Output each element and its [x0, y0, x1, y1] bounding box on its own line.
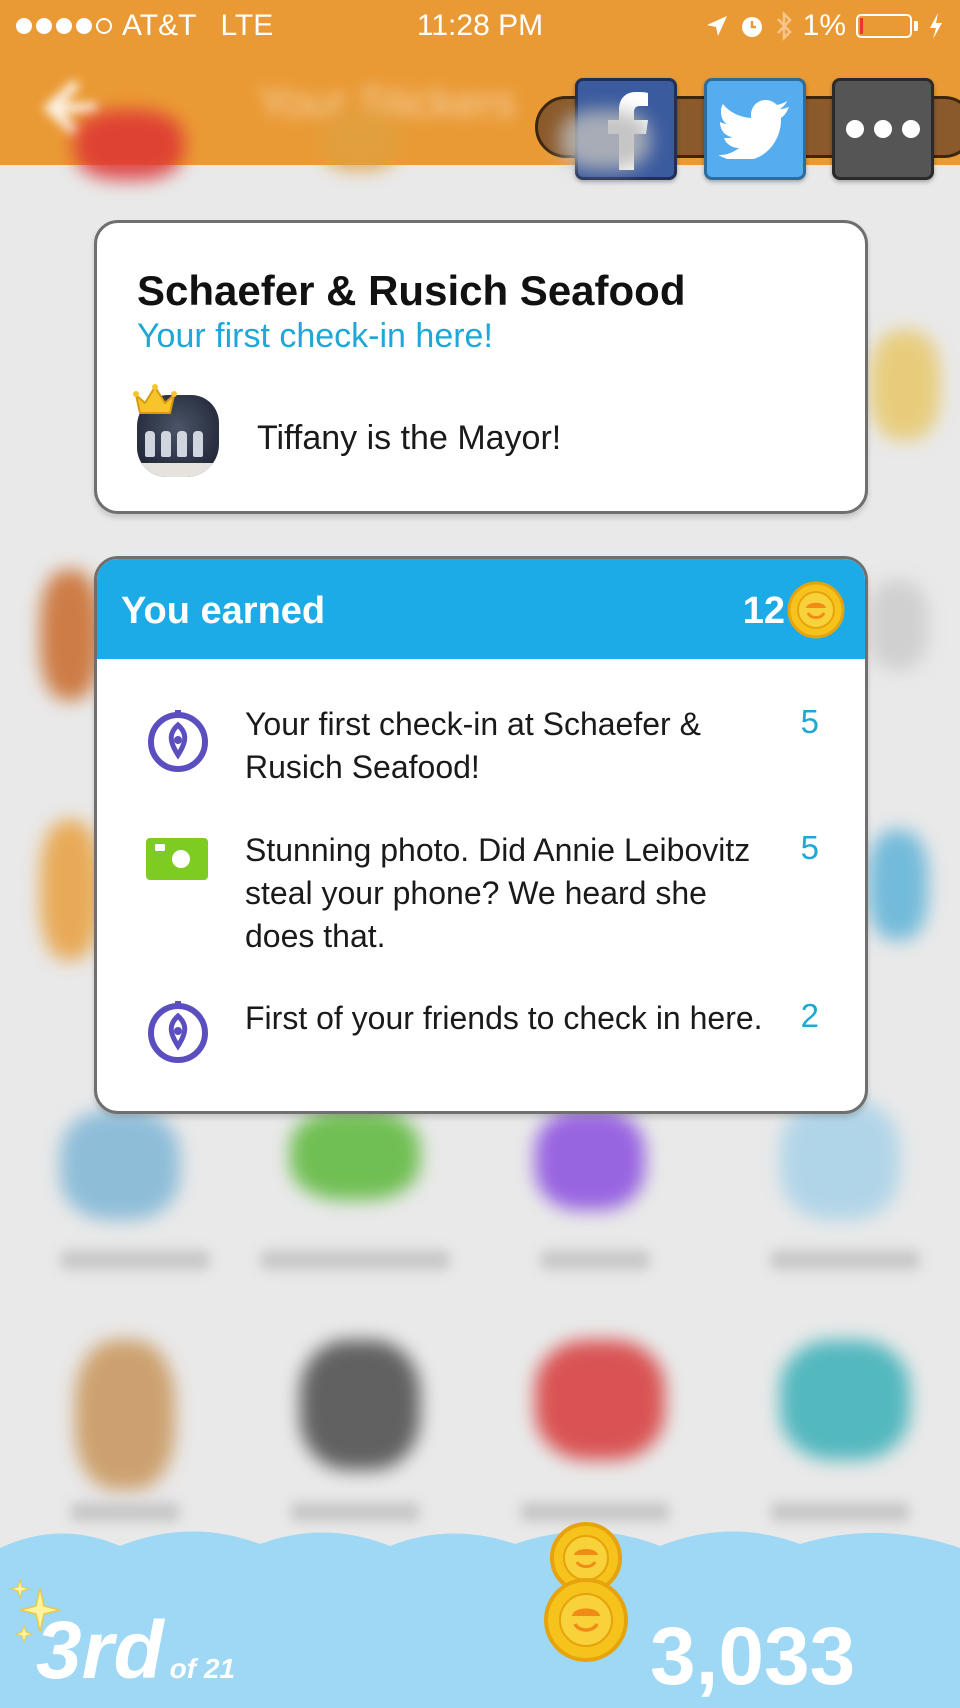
- more-icon: [846, 120, 920, 138]
- sticker-blur: [320, 110, 400, 170]
- sticker-label-blur: [540, 1250, 650, 1270]
- sticker-blur: [74, 110, 184, 180]
- rank-place: 3rd: [36, 1605, 164, 1696]
- earned-card: You earned 12 Your first check-in at Sch…: [94, 556, 868, 1114]
- coin-stack-icon: [544, 1522, 628, 1662]
- earned-header: You earned 12: [97, 559, 865, 659]
- coin-icon: [787, 581, 845, 639]
- earn-item-points: 5: [800, 703, 819, 740]
- earn-item-text: First of your friends to check in here.: [245, 1000, 763, 1036]
- earn-item-text: Stunning photo. Did Annie Leibovitz stea…: [245, 832, 751, 954]
- sticker-blur: [60, 1110, 180, 1220]
- sticker-label-blur: [70, 1502, 180, 1522]
- sticker-blur: [535, 1110, 645, 1210]
- sticker-blur: [535, 1340, 665, 1460]
- sticker-blur: [40, 820, 100, 960]
- earn-item-text: Your first check-in at Schaefer & Rusich…: [245, 706, 701, 785]
- status-right: 1%: [705, 9, 944, 43]
- mayor-label: Tiffany is the Mayor!: [257, 419, 562, 457]
- sticker-blur: [75, 1340, 175, 1490]
- charging-bolt-icon: [930, 13, 942, 39]
- checkin-pin-icon: [148, 1001, 208, 1063]
- earned-title: You earned: [121, 590, 326, 632]
- checkin-pin-icon: [148, 710, 208, 772]
- sticker-blur: [870, 330, 940, 440]
- status-bar: AT&T LTE 11:28 PM 1%: [0, 0, 960, 54]
- sticker-label-blur: [290, 1502, 420, 1522]
- coin-total: 3,033: [650, 1611, 856, 1702]
- first-checkin-label: Your first check-in here!: [137, 317, 493, 355]
- status-time: 11:28 PM: [416, 9, 544, 42]
- rank-total: of 21: [169, 1653, 235, 1684]
- sticker-blur: [40, 570, 100, 700]
- leaderboard-rank: 3rd of 21: [36, 1604, 235, 1698]
- venue-card: Schaefer & Rusich Seafood Your first che…: [94, 220, 868, 514]
- bluetooth-icon: [776, 11, 792, 41]
- crown-icon: [133, 384, 177, 414]
- earn-item-points: 5: [800, 829, 819, 866]
- sticker-blur: [780, 1100, 900, 1220]
- alarm-icon: [741, 17, 762, 37]
- sticker-label-blur: [60, 1250, 210, 1270]
- battery-percent: 1%: [802, 9, 846, 42]
- sticker-label-blur: [520, 1502, 670, 1522]
- sticker-blur: [868, 580, 928, 670]
- sticker-label-blur: [770, 1502, 910, 1522]
- sticker-label-blur: [770, 1250, 920, 1270]
- venue-name: Schaefer & Rusich Seafood: [137, 267, 686, 314]
- camera-icon: [146, 838, 208, 880]
- earn-item-points: 2: [800, 997, 819, 1034]
- sticker-blur: [868, 830, 928, 940]
- sticker-blur: [780, 1340, 910, 1460]
- sticker-blur: [290, 1110, 420, 1200]
- sticker-label-blur: [260, 1250, 450, 1270]
- sticker-blur: [560, 110, 650, 170]
- earned-total: 12: [742, 590, 785, 632]
- battery-icon: [856, 14, 912, 38]
- sticker-blur: [300, 1340, 420, 1470]
- location-arrow-icon: [706, 16, 727, 36]
